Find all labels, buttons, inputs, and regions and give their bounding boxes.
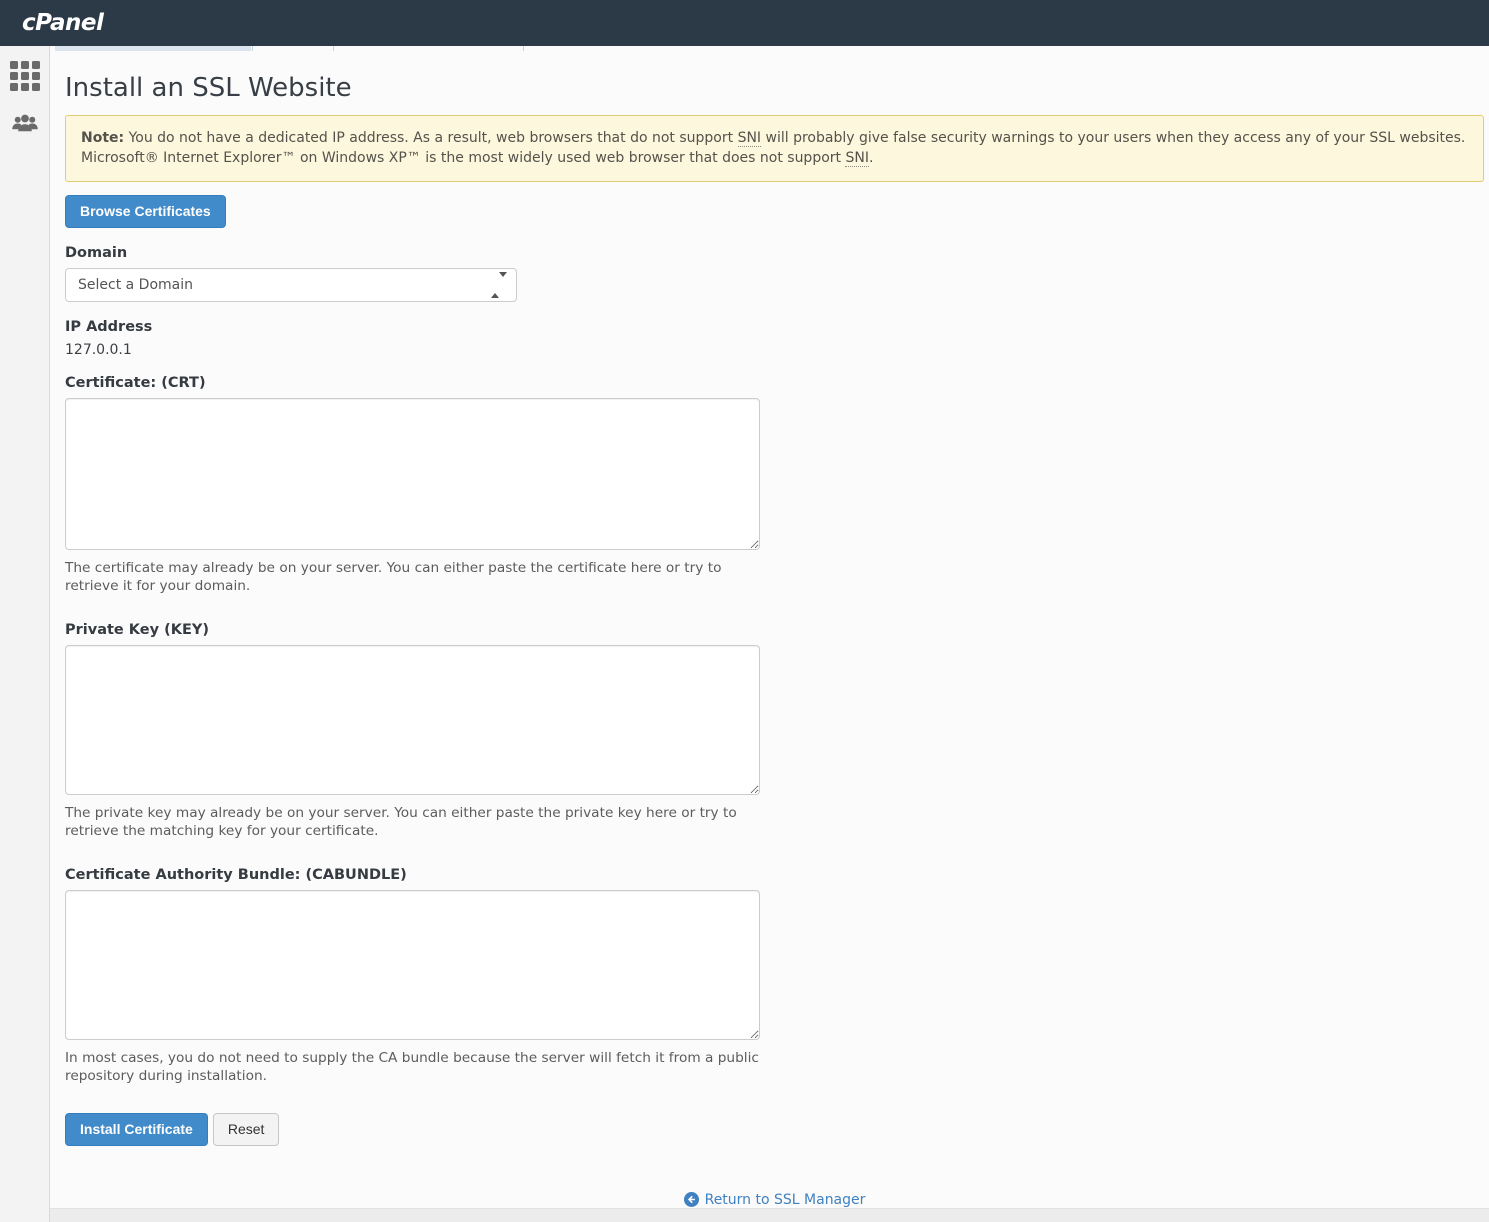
private-key-textarea[interactable] [65,645,760,795]
return-to-ssl-manager-link[interactable]: Return to SSL Manager [684,1192,866,1208]
browse-certificates-button[interactable]: Browse Certificates [65,195,226,228]
page-footer-strip [50,1208,1489,1222]
arrow-circle-left-icon [684,1192,699,1207]
certificate-crt-textarea[interactable] [65,398,760,550]
apps-grid-icon[interactable] [7,58,43,94]
cabundle-label: Certificate Authority Bundle: (CABUNDLE) [65,867,1484,883]
tab-divider [252,46,253,51]
domain-select-value: Select a Domain [78,277,193,293]
install-certificate-button[interactable]: Install Certificate [65,1113,208,1146]
people-glyph [10,109,40,139]
note-text: You do not have a dedicated IP address. … [124,130,737,146]
tab-divider [523,46,524,51]
private-key-help-text: The private key may already be on your s… [65,804,760,841]
page-title: Install an SSL Website [65,73,1484,103]
active-tab-edge [55,46,251,51]
certificate-crt-label: Certificate: (CRT) [65,375,1484,391]
sni-abbr: SNI [845,150,869,167]
top-navbar: cPanel [0,0,1489,46]
domain-label: Domain [65,245,1484,261]
left-sidebar [0,46,50,1222]
cpanel-logo[interactable]: cPanel [22,10,103,36]
sni-abbr: SNI [738,130,762,147]
cabundle-textarea[interactable] [65,890,760,1040]
user-groups-icon[interactable] [7,106,43,142]
private-key-label: Private Key (KEY) [65,622,1484,638]
ip-address-label: IP Address [65,319,1484,335]
return-link-label: Return to SSL Manager [705,1192,866,1208]
ip-address-value: 127.0.0.1 [65,342,1484,358]
tab-strip-remnant [0,46,1489,51]
select-arrows-icon [491,277,507,293]
main-content: Install an SSL Website Note: You do not … [51,51,1489,1222]
sni-warning-note: Note: You do not have a dedicated IP add… [65,115,1484,182]
grid-glyph [10,61,40,91]
cabundle-help-text: In most cases, you do not need to supply… [65,1049,760,1086]
domain-select[interactable]: Select a Domain [65,268,517,302]
certificate-help-text: The certificate may already be on your s… [65,559,760,596]
reset-button[interactable]: Reset [213,1113,280,1146]
note-label: Note: [81,130,124,146]
note-text: . [869,150,873,166]
tab-divider [333,46,334,51]
